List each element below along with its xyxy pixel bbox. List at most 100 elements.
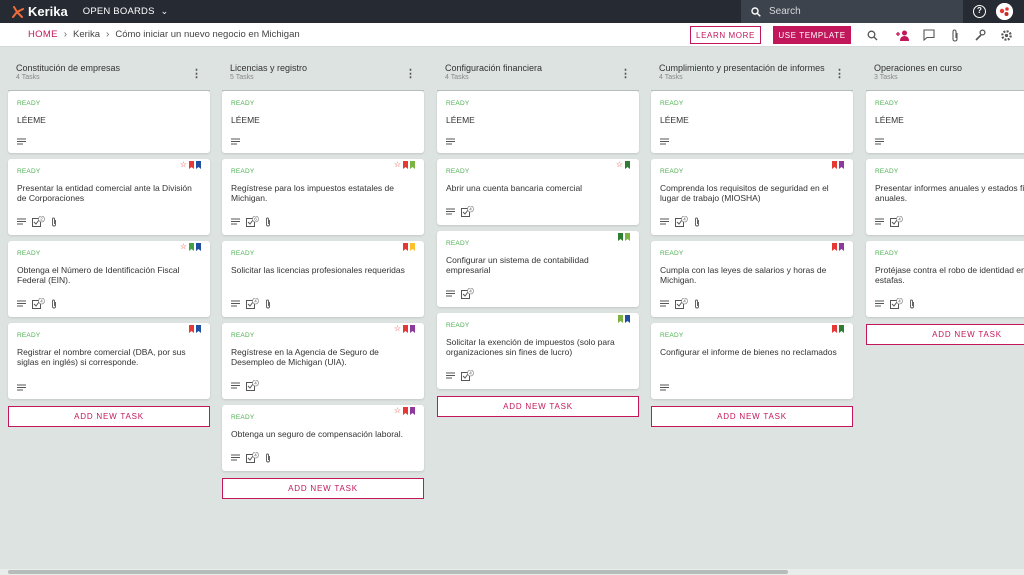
task-card[interactable]: ☆ READY Regístrese en la Agencia de Seguro… [222, 323, 424, 399]
card-icons: 4 [231, 298, 271, 309]
column-header[interactable]: Cumplimiento y presentación de informes 4… [651, 63, 853, 91]
chat-icon[interactable] [922, 28, 936, 42]
breadcrumb-board: Cómo iniciar un nuevo negocio en Michiga… [115, 29, 300, 40]
horizontal-scrollbar[interactable] [0, 569, 1024, 575]
star-icon[interactable]: ☆ [394, 325, 401, 333]
breadcrumb-home[interactable]: HOME [28, 29, 58, 40]
column-header[interactable]: Constitución de empresas 4 Tasks ⋮ [8, 63, 210, 91]
wrench-icon[interactable] [973, 28, 987, 42]
star-icon[interactable]: ☆ [180, 161, 187, 169]
use-template-button[interactable]: USE TEMPLATE [773, 26, 851, 44]
tag-flag-icon [410, 407, 415, 415]
card-icons: 4 [660, 216, 700, 227]
description-icon [446, 290, 455, 297]
open-boards-menu[interactable]: OPEN BOARDS ⌄ [83, 6, 169, 17]
task-status: READY [446, 240, 470, 247]
scrollbar-thumb[interactable] [8, 570, 788, 574]
checklist-icon: 4 [246, 298, 259, 309]
more-vert-icon[interactable]: ⋮ [405, 69, 416, 80]
task-status: READY [875, 168, 899, 175]
task-card[interactable]: ☆ READY Obtenga el Número de Identificació… [8, 241, 210, 317]
task-card[interactable]: READY LÉEME [222, 91, 424, 153]
attachment-icon[interactable] [948, 28, 962, 42]
tag-flag-icon [189, 243, 194, 251]
column-header[interactable]: Operaciones en curso 3 Tasks [866, 63, 1024, 91]
card-icons: 6 [231, 216, 271, 227]
task-card[interactable]: READY Configurar el informe de bienes no … [651, 323, 853, 399]
task-status: READY [446, 168, 470, 175]
task-card[interactable]: READY Registrar el nombre comercial (DBA,… [8, 323, 210, 399]
task-card[interactable]: READY LÉEME [866, 91, 1024, 153]
attachment-icon [265, 299, 271, 309]
avatar[interactable] [996, 3, 1013, 20]
task-card[interactable]: ☆ READY Obtenga un seguro de compensación … [222, 405, 424, 471]
card-icons: 4 [231, 452, 271, 463]
column-task-count: 4 Tasks [16, 74, 40, 81]
search-box[interactable]: Search [741, 0, 963, 23]
description-icon [231, 138, 240, 145]
more-vert-icon[interactable]: ⋮ [191, 69, 202, 80]
task-card[interactable]: READY Solicitar las licencias profesional… [222, 241, 424, 317]
add-new-task-button[interactable]: ADD NEW TASK [866, 324, 1024, 345]
task-card[interactable]: READY LÉEME [8, 91, 210, 153]
card-icons [660, 138, 669, 145]
add-person-icon[interactable] [896, 28, 910, 42]
description-icon [446, 138, 455, 145]
task-card[interactable]: READY Solicitar la exención de impuestos … [437, 313, 639, 389]
star-icon[interactable]: ☆ [394, 407, 401, 415]
search-icon[interactable] [865, 28, 879, 42]
task-card[interactable]: READY Presentar informes anuales y estado… [866, 159, 1024, 235]
description-icon [231, 300, 240, 307]
checklist-icon: 4 [461, 370, 474, 381]
help-icon[interactable]: ? [973, 5, 986, 18]
task-card[interactable]: READY LÉEME [651, 91, 853, 153]
add-new-task-button[interactable]: ADD NEW TASK [222, 478, 424, 499]
task-card[interactable]: READY Cumpla con las leyes de salarios y … [651, 241, 853, 317]
task-card[interactable]: ☆ READY Presentar la entidad comercial ant… [8, 159, 210, 235]
tag-flag-icon [839, 325, 844, 333]
task-status: READY [231, 414, 255, 421]
attachment-icon [265, 453, 271, 463]
card-icons: 2 [17, 216, 57, 227]
search-placeholder: Search [769, 6, 801, 17]
column-header[interactable]: Configuración financiera 4 Tasks ⋮ [437, 63, 639, 91]
task-status: READY [660, 250, 684, 257]
task-card[interactable]: READY Configurar un sistema de contabilid… [437, 231, 639, 307]
tag-flag-icon [618, 233, 623, 241]
task-status: READY [875, 250, 899, 257]
task-status: READY [446, 322, 470, 329]
task-card[interactable]: READY Protéjase contra el robo de identid… [866, 241, 1024, 317]
more-vert-icon[interactable]: ⋮ [620, 69, 631, 80]
attachment-icon [694, 299, 700, 309]
task-card[interactable]: READY LÉEME [437, 91, 639, 153]
task-title: Protéjase contra el robo de identidad em… [875, 265, 1024, 285]
column-title: Constitución de empresas [16, 63, 121, 73]
tag-flag-icon [403, 161, 408, 169]
add-new-task-button[interactable]: ADD NEW TASK [8, 406, 210, 427]
column-task-count: 5 Tasks [230, 74, 254, 81]
star-icon[interactable]: ☆ [180, 243, 187, 251]
task-tags [618, 233, 630, 241]
task-status: READY [17, 332, 41, 339]
task-status: READY [231, 332, 255, 339]
add-new-task-button[interactable]: ADD NEW TASK [437, 396, 639, 417]
task-title: LÉEME [875, 115, 904, 125]
star-icon[interactable]: ☆ [616, 161, 623, 169]
add-new-task-button[interactable]: ADD NEW TASK [651, 406, 853, 427]
task-card[interactable]: ☆ READY Abrir una cuenta bancaria comercia… [437, 159, 639, 225]
breadcrumb-bar: HOME › Kerika › Cómo iniciar un nuevo ne… [0, 23, 1024, 47]
more-vert-icon[interactable]: ⋮ [834, 69, 845, 80]
learn-more-button[interactable]: LEARN MORE [690, 26, 761, 44]
task-card[interactable]: READY Comprenda los requisitos de segurid… [651, 159, 853, 235]
task-card[interactable]: ☆ READY Regístrese para los impuestos esta… [222, 159, 424, 235]
tag-flag-icon [410, 161, 415, 169]
star-icon[interactable]: ☆ [394, 161, 401, 169]
column-header[interactable]: Licencias y registro 5 Tasks ⋮ [222, 63, 424, 91]
card-icons: 4 [446, 206, 474, 217]
task-status: READY [17, 100, 41, 107]
kerika-logo[interactable]: Kerika [12, 4, 68, 19]
tag-flag-icon [832, 161, 837, 169]
gear-icon[interactable] [999, 28, 1013, 42]
breadcrumb-account[interactable]: Kerika [73, 29, 100, 40]
attachment-icon [51, 299, 57, 309]
